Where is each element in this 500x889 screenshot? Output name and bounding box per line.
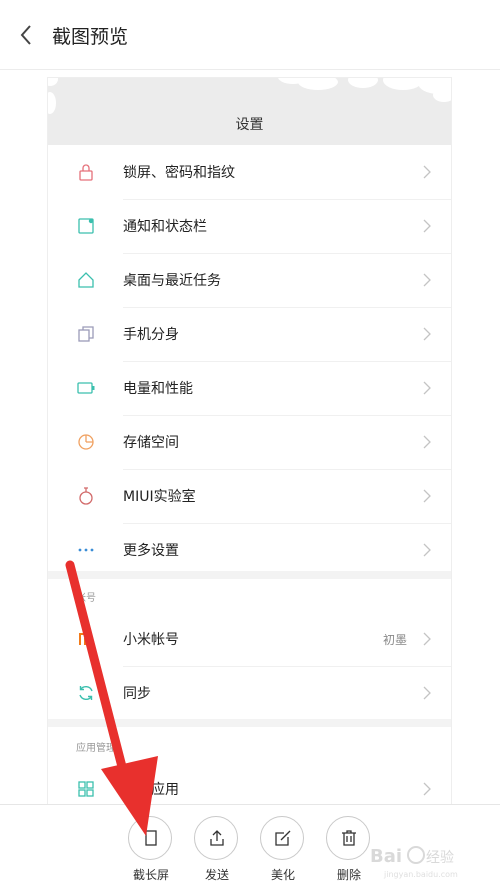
chevron-right-icon xyxy=(423,273,431,287)
row-label: 锁屏、密码和指纹 xyxy=(123,165,235,181)
section-gap xyxy=(48,719,451,727)
long-screenshot-circle[interactable] xyxy=(128,816,172,860)
beautify-circle[interactable] xyxy=(260,816,304,860)
settings-row-home[interactable]: 桌面与最近任务 xyxy=(48,253,451,307)
row-label: 桌面与最近任务 xyxy=(123,273,221,289)
row-label: 系统应用 xyxy=(123,782,179,798)
chevron-right-icon xyxy=(423,686,431,700)
settings-row-system-apps[interactable]: 系统应用 xyxy=(48,762,451,805)
delete-button[interactable]: 删除 xyxy=(326,816,372,883)
settings-row-sync[interactable]: 同步 xyxy=(48,666,451,720)
send-button[interactable]: 发送 xyxy=(194,816,240,883)
chevron-right-icon xyxy=(423,489,431,503)
home-icon xyxy=(78,272,94,288)
row-label: 电量和性能 xyxy=(123,381,193,397)
account-name-value: 初墨 xyxy=(382,633,407,647)
chevron-right-icon xyxy=(423,782,431,796)
page-title: 截图预览 xyxy=(52,26,129,48)
section-gap xyxy=(48,571,451,579)
lock-icon xyxy=(79,164,93,181)
svg-text:jingyan.baidu.com: jingyan.baidu.com xyxy=(383,870,458,879)
chevron-right-icon xyxy=(423,632,431,646)
mi-icon xyxy=(79,633,92,645)
sync-icon xyxy=(79,685,93,701)
settings-row-lock[interactable]: 锁屏、密码和指纹 xyxy=(48,145,451,199)
chevron-right-icon xyxy=(423,165,431,179)
long-screenshot-button[interactable]: 截长屏 xyxy=(128,816,174,883)
settings-row-clone[interactable]: 手机分身 xyxy=(48,307,451,361)
row-label: 更多设置 xyxy=(123,543,179,559)
preview-header: 设置 xyxy=(48,78,451,145)
chevron-right-icon xyxy=(423,435,431,449)
row-label: 通知和状态栏 xyxy=(123,219,207,235)
chevron-right-icon xyxy=(423,219,431,233)
svg-text:经验: 经验 xyxy=(426,850,454,866)
flask-icon xyxy=(79,487,93,505)
clone-icon xyxy=(78,326,94,342)
settings-row-battery[interactable]: 电量和性能 xyxy=(48,361,451,415)
beautify-button[interactable]: 美化 xyxy=(260,816,306,883)
delete-circle[interactable] xyxy=(326,816,370,860)
send-circle[interactable] xyxy=(194,816,238,860)
row-label: MIUI实验室 xyxy=(123,489,196,505)
screenshot-preview: 设置 锁屏、密码和指纹 通知和状态栏 桌面与最近任务 手机分身 电量和性能 存储… xyxy=(48,78,451,805)
settings-row-mi-account[interactable]: 小米帐号 初墨 xyxy=(48,612,451,666)
preview-title: 设置 xyxy=(235,117,264,133)
row-label: 小米帐号 xyxy=(123,632,179,648)
trash-icon xyxy=(342,830,356,846)
share-icon xyxy=(210,830,224,846)
back-arrow-icon[interactable] xyxy=(16,22,38,48)
svg-text:Bai: Bai xyxy=(370,846,402,867)
send-label: 发送 xyxy=(204,868,229,882)
storage-icon xyxy=(78,434,94,450)
chevron-right-icon xyxy=(423,327,431,341)
apps-icon xyxy=(78,781,94,797)
section-header-account: 帐号 xyxy=(76,593,96,604)
settings-row-notification[interactable]: 通知和状态栏 xyxy=(48,199,451,253)
edit-icon xyxy=(275,830,291,846)
battery-icon xyxy=(77,382,95,394)
long-screenshot-icon xyxy=(145,830,157,846)
notification-icon xyxy=(78,218,94,234)
settings-row-more[interactable]: 更多设置 xyxy=(48,523,451,577)
beautify-label: 美化 xyxy=(270,868,295,882)
more-icon xyxy=(78,548,94,552)
long-screenshot-label: 截长屏 xyxy=(132,868,169,882)
chevron-right-icon xyxy=(423,381,431,395)
row-label: 手机分身 xyxy=(123,327,179,343)
baidu-watermark-logo: Bai 经验 jingyan.baidu.com xyxy=(370,846,458,879)
settings-row-storage[interactable]: 存储空间 xyxy=(48,415,451,469)
row-label: 同步 xyxy=(123,686,151,702)
row-label: 存储空间 xyxy=(123,435,179,451)
chevron-right-icon xyxy=(423,543,431,557)
settings-row-lab[interactable]: MIUI实验室 xyxy=(48,469,451,523)
section-header-apps: 应用管理 xyxy=(76,743,116,754)
top-bar: 截图预览 xyxy=(0,0,500,70)
